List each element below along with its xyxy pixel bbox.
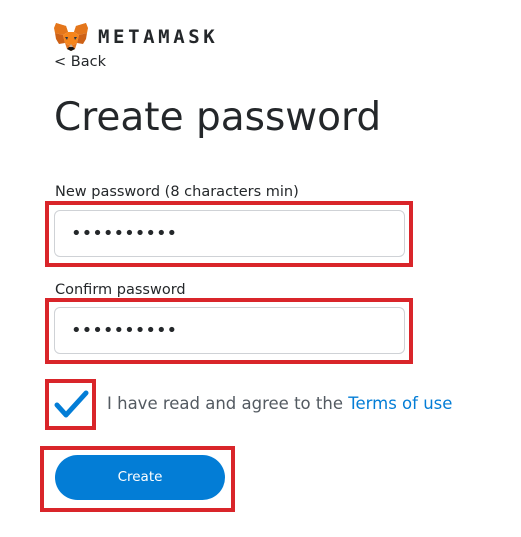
back-link[interactable]: < Back xyxy=(54,54,106,70)
metamask-fox-icon xyxy=(54,23,88,51)
terms-checkbox[interactable] xyxy=(53,387,89,423)
new-password-input[interactable]: •••••••••• xyxy=(54,210,405,257)
page-title: Create password xyxy=(54,95,382,140)
brand-name: METAMASK xyxy=(98,26,219,48)
create-button[interactable]: Create xyxy=(55,455,225,500)
checkmark-icon xyxy=(54,390,89,418)
new-password-label: New password (8 characters min) xyxy=(55,184,299,200)
brand-logo: METAMASK xyxy=(54,22,218,52)
terms-agreement: I have read and agree to the Terms of us… xyxy=(107,394,452,413)
terms-of-use-link[interactable]: Terms of use xyxy=(348,394,452,413)
confirm-password-input[interactable]: •••••••••• xyxy=(54,307,405,354)
terms-agreement-text: I have read and agree to the xyxy=(107,394,349,413)
confirm-password-label: Confirm password xyxy=(55,282,186,298)
